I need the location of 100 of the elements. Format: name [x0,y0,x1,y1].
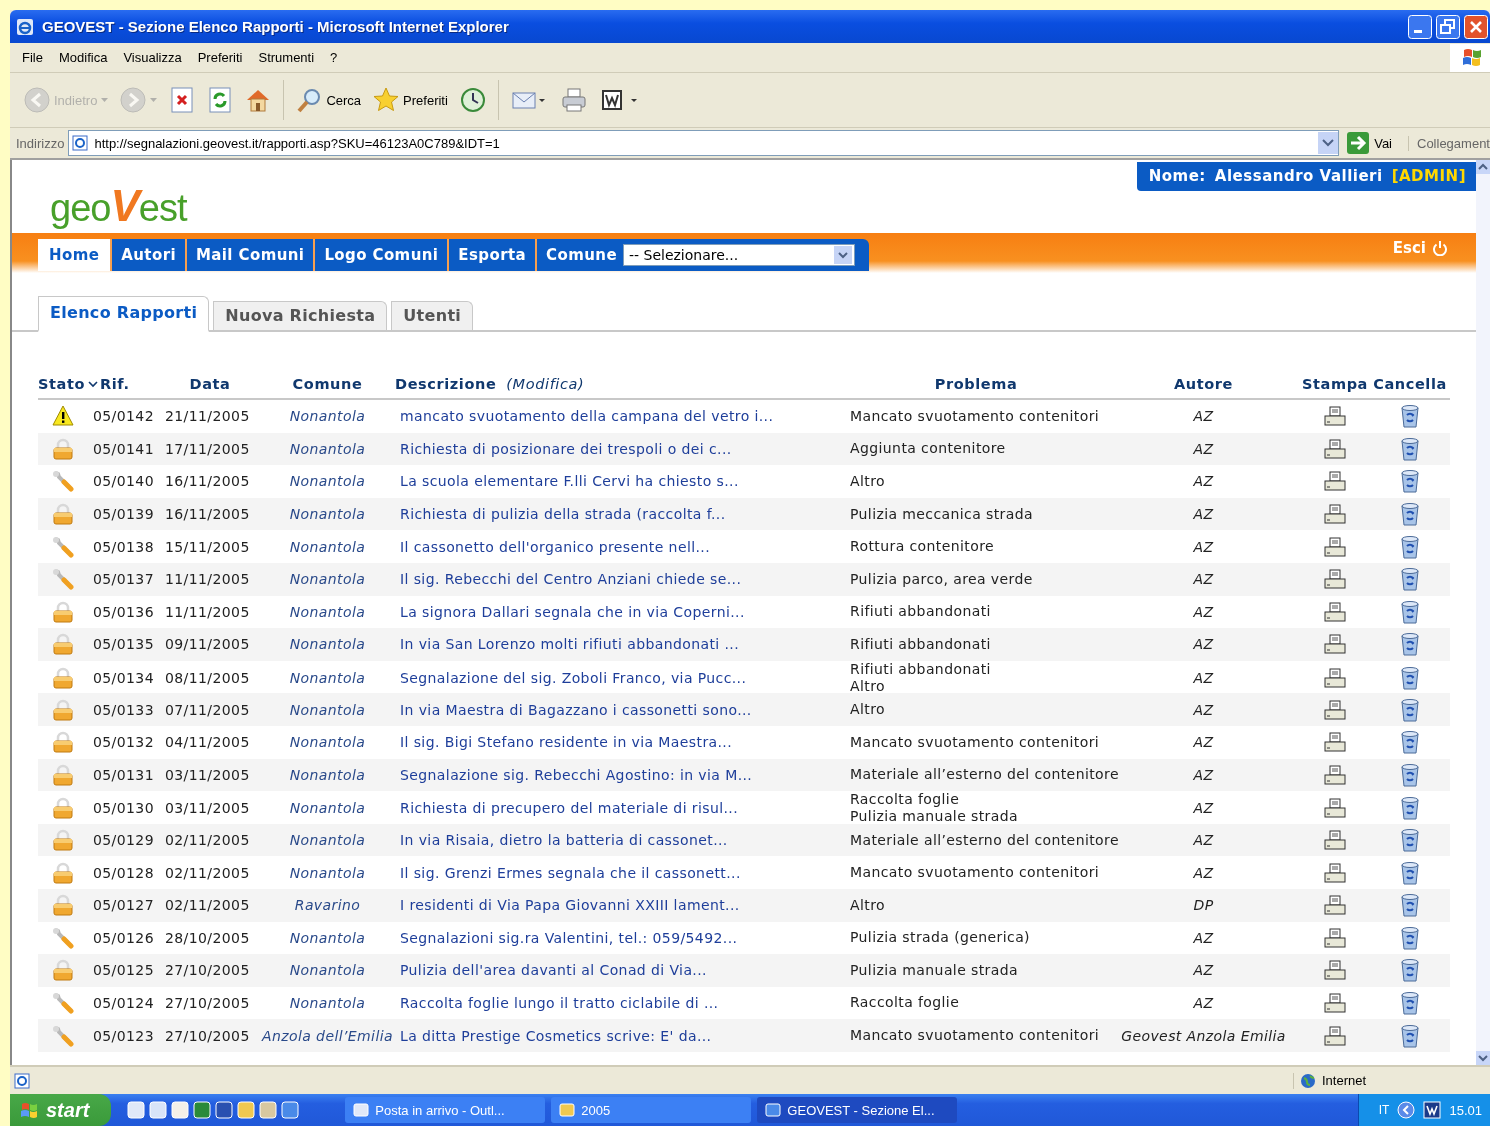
search-button[interactable]: Cerca [292,84,366,116]
trash-bin-icon[interactable] [1400,860,1420,885]
comune-link[interactable]: Nonantola [289,571,366,588]
description-link[interactable]: Raccolta foglie lungo il tratto ciclabile di ... [400,995,719,1011]
app-tray-icon[interactable] [1423,1101,1442,1119]
description-link[interactable]: Segnalazioni sig.ra Valentini, tel.: 059/5492... [400,929,738,946]
comune-link[interactable]: Nonantola [289,473,366,490]
trash-bin-icon[interactable] [1400,1023,1420,1048]
comune-link[interactable]: Nonantola [289,995,366,1011]
description-link[interactable]: mancato svuotamento della campana del vetro i... [400,408,774,425]
description-link[interactable]: Il sig. Grenzi Ermes segnala che il cassonett... [400,864,741,881]
comune-select[interactable]: -- Selezionare... [622,244,855,266]
menu-item[interactable]: File [14,47,51,68]
comune-link[interactable]: Nonantola [289,603,366,620]
description-link[interactable]: I residenti di Via Papa Giovanni XXIII lament... [400,897,740,914]
taskbar-button[interactable]: Posta in arrivo - Outl... [345,1097,546,1123]
trash-bin-icon[interactable] [1400,893,1420,918]
description-link[interactable]: Segnalazione del sig. Zoboli Franco, via Pucc... [400,669,747,686]
description-link[interactable]: Richiesta di pulizia della strada (raccolta f... [400,506,726,523]
nav-tab[interactable]: Home [38,239,113,271]
column-header[interactable]: Cancella [1373,376,1447,392]
edit-link[interactable]: (Modifica) [506,376,585,392]
trash-bin-icon[interactable] [1400,991,1420,1015]
print-icon[interactable] [1324,1025,1346,1046]
print-icon[interactable] [1324,862,1346,883]
comune-link[interactable]: Nonantola [289,864,366,881]
print-icon[interactable] [1324,764,1346,785]
nav-tab[interactable]: Logo Comuni [315,239,450,271]
column-header[interactable]: Descrizione [395,376,497,392]
address-field[interactable]: http://segnalazioni.geovest.it/rapporti.asp?SKU=46123A0C789&IDT=1 [68,130,1340,156]
trash-bin-icon[interactable] [1400,632,1420,657]
nav-tab[interactable]: Mail Comuni [186,239,316,271]
column-header[interactable]: Stato [38,376,86,392]
nav-tab[interactable]: Autori [112,239,187,271]
close-button[interactable] [1464,14,1488,39]
favorites-button[interactable]: Preferiti [369,84,452,116]
description-link[interactable]: La signora Dallari segnala che in via Coperni... [400,603,745,620]
trash-bin-icon[interactable] [1400,567,1420,592]
nav-tab[interactable]: Esporta [449,239,538,271]
comune-link[interactable]: Nonantola [289,832,366,848]
comune-link[interactable]: Nonantola [289,408,366,425]
print-icon[interactable] [1324,471,1346,492]
print-icon[interactable] [1324,406,1346,427]
trash-bin-icon[interactable] [1400,762,1420,787]
tray-expand-icon[interactable] [1397,1101,1416,1119]
column-header[interactable]: Comune [292,376,363,392]
sub-tab[interactable]: Elenco Rapporti [38,296,210,332]
print-icon[interactable] [1324,960,1346,981]
print-icon[interactable] [1324,667,1346,688]
description-link[interactable]: Il sig. Rebecchi del Centro Anziani chiede se... [400,571,742,588]
description-link[interactable]: Pulizia dell'area davanti al Conad di Via... [400,962,707,979]
comune-link[interactable]: Nonantola [289,538,366,555]
trash-bin-icon[interactable] [1400,697,1420,722]
links-button[interactable]: Collegament [1408,135,1490,151]
print-icon[interactable] [1324,993,1346,1013]
trash-bin-icon[interactable] [1400,404,1420,429]
taskbar-button[interactable]: 2005 [551,1097,752,1123]
column-header[interactable]: Autore [1174,376,1233,392]
description-link[interactable]: Il sig. Bigi Stefano residente in via Maestra... [400,734,733,751]
description-link[interactable]: In via San Lorenzo molti rifiuti abbandonati ... [400,636,740,653]
trash-bin-icon[interactable] [1400,828,1420,852]
comune-link[interactable]: Nonantola [289,962,366,979]
restore-button[interactable] [1436,14,1460,39]
description-link[interactable]: La scuola elementare F.lli Cervi ha chiesto s... [400,473,739,490]
trash-bin-icon[interactable] [1400,534,1420,559]
print-icon[interactable] [1324,927,1346,948]
vertical-scrollbar[interactable] [1476,160,1490,1065]
trash-bin-icon[interactable] [1400,796,1420,821]
column-header[interactable]: Problema [934,376,1018,392]
print-icon[interactable] [1324,504,1346,525]
print-icon[interactable] [1324,732,1346,753]
print-icon[interactable] [1324,699,1346,720]
trash-bin-icon[interactable] [1400,502,1420,527]
comune-link[interactable]: Nonantola [289,701,366,718]
comune-link[interactable]: Nonantola [289,766,366,783]
description-link[interactable]: In via Maestra di Bagazzano i cassonetti sono... [400,701,752,718]
comune-link[interactable]: Nonantola [289,734,366,751]
description-link[interactable]: La ditta Prestige Cosmetics scrive: E' da... [400,1027,712,1044]
sub-tab[interactable]: Nuova Richiesta [213,301,388,330]
trash-bin-icon[interactable] [1400,925,1420,950]
comune-link[interactable]: Anzola dell’Emilia [262,1027,393,1044]
go-button[interactable]: Vai [1343,132,1404,154]
description-link[interactable]: Richiesta di posizionare dei trespoli o dei c... [400,440,732,457]
column-header[interactable]: Stampa [1301,376,1368,392]
menu-item[interactable]: Strumenti [250,47,323,68]
sub-tab[interactable]: Utenti [391,301,474,330]
trash-bin-icon[interactable] [1400,599,1420,624]
trash-bin-icon[interactable] [1400,958,1420,983]
menu-item[interactable]: Visualizza [115,47,190,68]
print-icon[interactable] [1324,569,1346,590]
taskbar-button[interactable]: GEOVEST - Sezione El... [757,1097,958,1123]
comune-link[interactable]: Nonantola [289,800,366,817]
menu-item[interactable]: Preferiti [189,47,251,68]
trash-bin-icon[interactable] [1400,730,1420,755]
comune-link[interactable]: Nonantola [289,506,366,523]
print-icon[interactable] [1324,601,1346,622]
comune-link[interactable]: Nonantola [289,669,366,686]
description-link[interactable]: Richiesta di precupero del materiale di risul... [400,800,739,817]
print-icon[interactable] [1324,830,1346,850]
trash-bin-icon[interactable] [1400,665,1420,690]
